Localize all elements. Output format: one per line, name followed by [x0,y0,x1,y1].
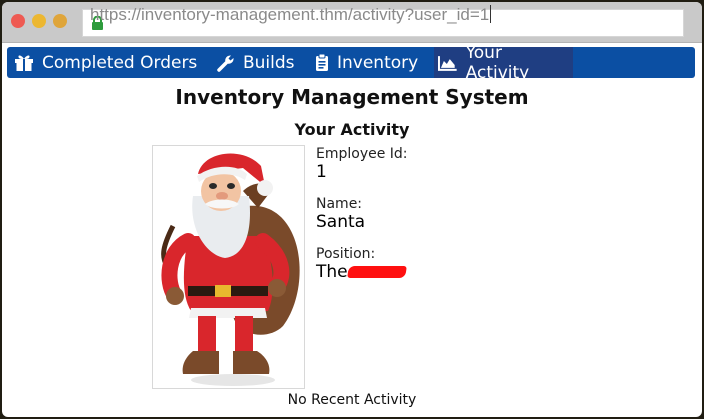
position-value: The [316,262,407,282]
name-label: Name: [316,196,363,212]
santa-illustration [161,153,300,386]
employee-id-label: Employee Id: [316,146,408,162]
clipboard-icon [316,53,328,71]
browser-window: https://inventory-management.thm/activit… [2,2,702,417]
nav-builds[interactable]: Builds [213,47,299,78]
minimize-window-button[interactable] [32,14,46,28]
app-title: Inventory Management System [175,85,529,109]
name-value: Santa [316,212,366,232]
text-caret [490,5,492,23]
gift-icon [15,55,33,71]
nav-label-completed-orders: Completed Orders [42,52,198,73]
close-window-button[interactable] [11,14,25,28]
employee-photo [152,145,305,389]
section-title: Your Activity [294,120,410,139]
employee-id-block: Employee Id: 1 [316,146,408,182]
name-block: Name: Santa [316,196,365,232]
browser-titlebar: https://inventory-management.thm/activit… [2,2,702,43]
position-block: Position: The [316,246,407,282]
nav-completed-orders[interactable]: Completed Orders [10,47,201,78]
url-text[interactable]: https://inventory-management.thm/activit… [90,5,489,24]
nav-label-builds: Builds [243,52,295,73]
nav-your-activity[interactable]: Your Activity [434,43,573,83]
position-prefix: The [316,262,348,282]
maximize-window-button[interactable] [53,14,67,28]
nav-inventory[interactable]: Inventory [311,47,422,78]
nav-label-your-activity: Your Activity [465,42,530,83]
employee-id-value: 1 [316,162,327,182]
wrench-icon [217,54,234,72]
nav-label-inventory: Inventory [337,52,419,73]
area-chart-icon [438,55,457,71]
redaction-mark [346,266,407,278]
main-navbar: Completed Orders Builds Inventory Your A… [7,43,695,83]
activity-empty-state: No Recent Activity [287,392,417,408]
position-label: Position: [316,246,376,262]
url-text-wrap: https://inventory-management.thm/activit… [90,5,492,25]
